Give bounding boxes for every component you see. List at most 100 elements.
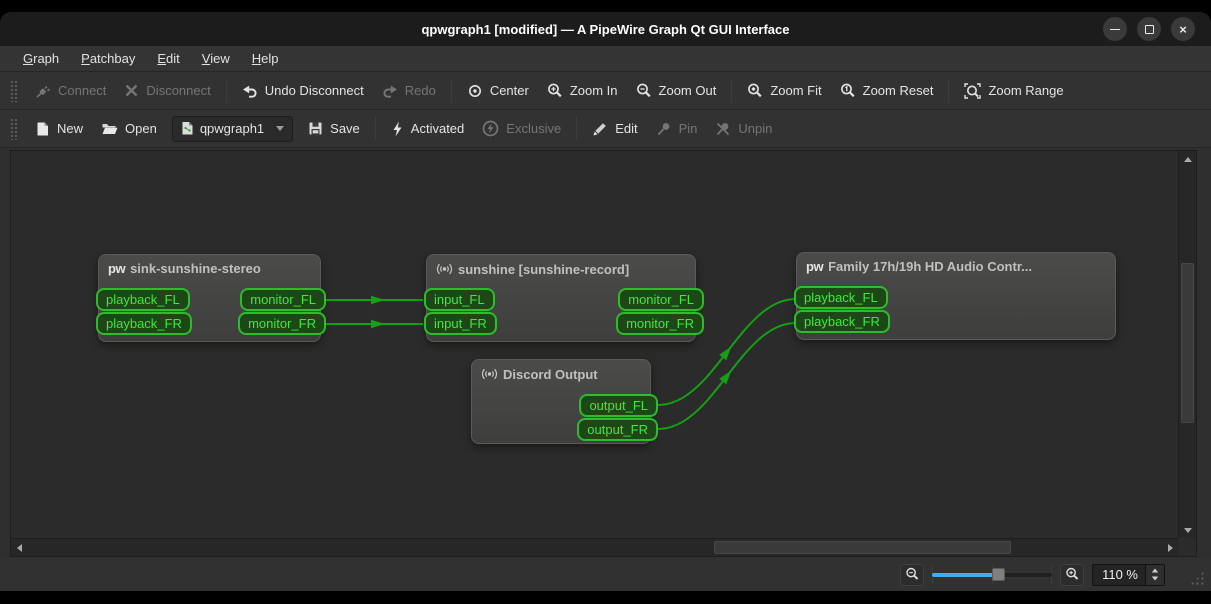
- port-playback-fr[interactable]: playback_FR: [96, 312, 192, 335]
- zoom-value: 110 %: [1102, 566, 1138, 582]
- scroll-left-button[interactable]: [11, 540, 27, 556]
- maximize-button[interactable]: [1137, 17, 1161, 41]
- port-monitor-fr[interactable]: monitor_FR: [616, 312, 704, 335]
- port-input-fr[interactable]: input_FR: [424, 312, 497, 335]
- undo-disconnect-label: Undo Disconnect: [264, 83, 364, 98]
- arrow-left-icon: [16, 544, 22, 552]
- zoom-range-button[interactable]: Zoom Range: [955, 78, 1072, 104]
- zoom-in-button[interactable]: Zoom In: [538, 78, 627, 104]
- statusbar-zoom-in-button[interactable]: [1060, 563, 1085, 586]
- menu-patchbay[interactable]: Patchbay: [70, 47, 146, 70]
- unpin-button[interactable]: Unpin: [706, 116, 781, 142]
- port-input-fl[interactable]: input_FL: [424, 288, 495, 311]
- horizontal-scrollbar-thumb[interactable]: [714, 541, 1011, 554]
- minimize-button[interactable]: [1103, 17, 1127, 41]
- zoom-slider[interactable]: [932, 565, 1053, 584]
- unpin-label: Unpin: [738, 121, 773, 136]
- menu-help[interactable]: Help: [241, 47, 290, 70]
- stream-icon: [436, 263, 453, 275]
- toolbar-drag-handle[interactable]: [10, 117, 18, 140]
- activated-button[interactable]: Activated: [382, 116, 473, 142]
- zoom-out-button[interactable]: Zoom Out: [627, 78, 726, 104]
- undo-disconnect-button[interactable]: Undo Disconnect: [233, 78, 373, 104]
- toolbar-separator: [948, 78, 950, 103]
- disconnect-button[interactable]: Disconnect: [115, 78, 219, 103]
- zoom-range-icon: [964, 82, 982, 99]
- toolbar-separator: [450, 78, 452, 103]
- menu-graph[interactable]: Graph: [12, 47, 70, 70]
- horizontal-scrollbar[interactable]: [11, 538, 1178, 556]
- scroll-up-button[interactable]: [1180, 151, 1196, 167]
- pin-button[interactable]: Pin: [647, 116, 707, 142]
- edit-button[interactable]: Edit: [583, 116, 646, 142]
- zoom-reset-label: Zoom Reset: [862, 83, 934, 98]
- zoom-range-label: Zoom Range: [988, 83, 1064, 98]
- port-output-fl[interactable]: output_FL: [579, 394, 658, 417]
- graph-canvas[interactable]: pw sink-sunshine-stereo playback_FL play…: [10, 150, 1197, 557]
- menubar: Graph Patchbay Edit View Help: [0, 46, 1211, 72]
- new-button[interactable]: New: [26, 116, 92, 142]
- redo-button[interactable]: Redo: [373, 78, 445, 104]
- zoom-fit-icon: [748, 83, 762, 97]
- port-playback-fl[interactable]: playback_FL: [794, 286, 888, 309]
- disconnect-label: Disconnect: [146, 83, 211, 98]
- spin-down-button[interactable]: [1151, 576, 1159, 581]
- save-label: Save: [330, 121, 360, 136]
- exclusive-icon: [482, 120, 499, 137]
- close-button[interactable]: ×: [1171, 17, 1195, 41]
- scroll-down-button[interactable]: [1180, 522, 1196, 538]
- arrow-right-icon: [1167, 544, 1173, 552]
- save-icon: [309, 122, 322, 135]
- graph-viewport[interactable]: pw sink-sunshine-stereo playback_FL play…: [11, 151, 1178, 538]
- port-output-fr[interactable]: output_FR: [577, 418, 658, 441]
- node-discord-output[interactable]: Discord Output output_FL output_FR: [471, 359, 658, 444]
- center-label: Center: [489, 83, 529, 98]
- minimize-icon: [1110, 28, 1120, 30]
- save-button[interactable]: Save: [299, 116, 369, 141]
- zoom-out-icon: [636, 83, 651, 97]
- vertical-scrollbar-thumb[interactable]: [1181, 263, 1194, 423]
- node-header: Discord Output: [472, 360, 650, 388]
- node-sunshine-record[interactable]: sunshine [sunshine-record] input_FL inpu…: [424, 254, 704, 342]
- pipewire-logo-icon: pw: [108, 261, 126, 276]
- magnifier-minus-icon: [905, 567, 918, 580]
- connections-layer: [326, 295, 797, 430]
- node-family-hd-audio[interactable]: pw Family 17h/19h HD Audio Contr... play…: [794, 252, 1116, 340]
- menu-edit[interactable]: Edit: [146, 47, 190, 70]
- toolbar-drag-handle[interactable]: [10, 79, 18, 102]
- connect-label: Connect: [58, 83, 107, 98]
- resize-grip[interactable]: [1189, 570, 1205, 586]
- redo-label: Redo: [404, 83, 436, 98]
- node-sink-sunshine-stereo[interactable]: pw sink-sunshine-stereo playback_FL play…: [96, 254, 326, 342]
- open-button[interactable]: Open: [92, 116, 166, 141]
- zoom-out-label: Zoom Out: [658, 83, 717, 98]
- center-button[interactable]: Center: [458, 78, 538, 104]
- scroll-right-button[interactable]: [1162, 540, 1178, 556]
- cable-arrow-icon: [371, 295, 385, 305]
- connect-button[interactable]: Connect: [26, 78, 115, 104]
- port-monitor-fr[interactable]: monitor_FR: [238, 312, 326, 335]
- connect-icon: [36, 85, 51, 98]
- menu-view[interactable]: View: [191, 47, 241, 70]
- spin-up-button[interactable]: [1151, 568, 1159, 573]
- port-monitor-fl[interactable]: monitor_FL: [240, 288, 326, 311]
- disconnect-icon: [126, 84, 138, 97]
- port-playback-fl[interactable]: playback_FL: [96, 288, 190, 311]
- window-titlebar[interactable]: qpwgraph1 [modified] — A PipeWire Graph …: [0, 12, 1211, 46]
- zoom-fit-button[interactable]: Zoom Fit: [738, 78, 830, 104]
- exclusive-button[interactable]: Exclusive: [473, 115, 570, 142]
- zoom-slider-handle[interactable]: [992, 567, 1006, 581]
- node-title: Family 17h/19h HD Audio Contr...: [828, 259, 1032, 274]
- vertical-scrollbar[interactable]: [1178, 151, 1196, 538]
- zoom-reset-button[interactable]: Zoom Reset: [831, 78, 943, 104]
- statusbar-zoom-out-button[interactable]: [900, 563, 925, 586]
- pencil-icon: [593, 122, 607, 135]
- port-playback-fr[interactable]: playback_FR: [794, 310, 890, 333]
- port-monitor-fl[interactable]: monitor_FL: [618, 288, 704, 311]
- zoom-spinbox[interactable]: 110 %: [1092, 563, 1165, 586]
- patchbay-selector[interactable]: qpwgraph1: [171, 115, 294, 142]
- open-label: Open: [125, 121, 157, 136]
- open-folder-icon: [102, 124, 118, 134]
- toolbar-separator: [374, 116, 376, 141]
- zoom-slider-fill: [932, 572, 999, 577]
